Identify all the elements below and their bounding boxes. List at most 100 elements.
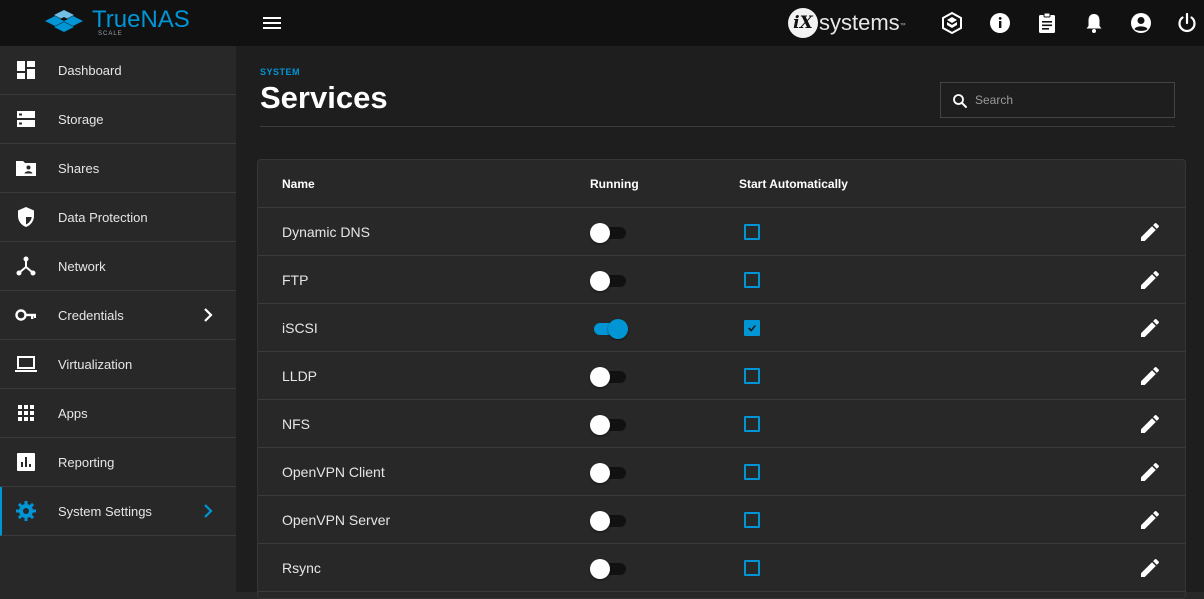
start-automatically-checkbox[interactable] bbox=[744, 224, 760, 240]
shares-folder-icon bbox=[16, 161, 36, 176]
sidebar-item-label: Dashboard bbox=[58, 63, 122, 78]
info-icon[interactable] bbox=[988, 11, 1012, 35]
edit-service-button[interactable] bbox=[1138, 316, 1162, 340]
sidebar-item-system-settings[interactable]: System Settings bbox=[0, 487, 236, 536]
brand-name: TrueNAS bbox=[92, 6, 190, 33]
sidebar-item-apps[interactable]: Apps bbox=[0, 389, 236, 438]
edit-service-button[interactable] bbox=[1138, 556, 1162, 580]
pencil-edit-icon bbox=[1141, 367, 1159, 385]
sidebar-item-label: Shares bbox=[58, 161, 100, 176]
main-content: SYSTEM Services Name Running Start Autom… bbox=[236, 46, 1204, 599]
toggle-thumb bbox=[590, 271, 610, 291]
edit-service-button[interactable] bbox=[1138, 412, 1162, 436]
start-automatically-checkbox[interactable] bbox=[744, 272, 760, 288]
ixsystems-logo[interactable]: iX systems ™ bbox=[788, 8, 906, 38]
sidebar-item-network[interactable]: Network bbox=[0, 242, 236, 291]
start-automatically-checkbox[interactable] bbox=[744, 320, 760, 336]
pencil-edit-icon bbox=[1141, 415, 1159, 433]
breadcrumb[interactable]: SYSTEM bbox=[260, 67, 300, 77]
chevron-right-icon bbox=[204, 308, 213, 322]
sidebar-item-label: Network bbox=[58, 259, 106, 274]
running-toggle[interactable] bbox=[590, 271, 628, 291]
start-automatically-checkbox[interactable] bbox=[744, 416, 760, 432]
toggle-thumb bbox=[590, 223, 610, 243]
laptop-icon bbox=[15, 356, 37, 372]
network-icon bbox=[16, 256, 36, 276]
sidebar-item-data-protection[interactable]: Data Protection bbox=[0, 193, 236, 242]
table-row: LLDP bbox=[258, 352, 1185, 400]
pencil-edit-icon bbox=[1141, 511, 1159, 529]
column-header-running[interactable]: Running bbox=[590, 177, 639, 191]
service-name: OpenVPN Server bbox=[282, 512, 391, 528]
edit-service-button[interactable] bbox=[1138, 268, 1162, 292]
search-field[interactable] bbox=[940, 82, 1175, 118]
ix-wordmark: systems bbox=[819, 10, 900, 35]
running-toggle[interactable] bbox=[590, 559, 628, 579]
running-toggle[interactable] bbox=[590, 319, 628, 339]
power-icon[interactable] bbox=[1175, 11, 1199, 35]
brand-logo[interactable]: TrueNAS SCALE bbox=[0, 0, 236, 46]
sidebar-item-reporting[interactable]: Reporting bbox=[0, 438, 236, 487]
bar-chart-icon bbox=[17, 453, 35, 471]
gear-icon bbox=[16, 501, 36, 521]
header-divider bbox=[260, 126, 1175, 127]
sidebar-item-label: Data Protection bbox=[58, 210, 148, 225]
toggle-thumb bbox=[608, 319, 628, 339]
pencil-edit-icon bbox=[1141, 319, 1159, 337]
chevron-right-icon bbox=[204, 504, 213, 518]
start-automatically-checkbox[interactable] bbox=[744, 368, 760, 384]
pencil-edit-icon bbox=[1141, 463, 1159, 481]
table-row: iSCSI bbox=[258, 304, 1185, 352]
start-automatically-checkbox[interactable] bbox=[744, 464, 760, 480]
edit-service-button[interactable] bbox=[1138, 460, 1162, 484]
running-toggle[interactable] bbox=[590, 463, 628, 483]
table-row: OpenVPN Server bbox=[258, 496, 1185, 544]
running-toggle[interactable] bbox=[590, 511, 628, 531]
pencil-edit-icon bbox=[1141, 559, 1159, 577]
sidebar-item-dashboard[interactable]: Dashboard bbox=[0, 46, 236, 95]
toggle-thumb bbox=[590, 415, 610, 435]
services-table-card: Name Running Start Automatically Dynamic… bbox=[257, 159, 1186, 599]
sidebar-item-label: Reporting bbox=[58, 455, 115, 470]
service-name: Rsync bbox=[282, 560, 321, 576]
truecommand-icon[interactable] bbox=[940, 11, 964, 35]
running-toggle[interactable] bbox=[590, 223, 628, 243]
sidebar-item-label: Credentials bbox=[58, 308, 124, 323]
table-row: Rsync bbox=[258, 544, 1185, 592]
sidebar-item-virtualization[interactable]: Virtualization bbox=[0, 340, 236, 389]
search-icon bbox=[953, 94, 967, 108]
sidebar-item-shares[interactable]: Shares bbox=[0, 144, 236, 193]
column-header-start-automatically[interactable]: Start Automatically bbox=[739, 177, 848, 191]
brand-edition: SCALE bbox=[98, 31, 123, 37]
account-circle-icon[interactable] bbox=[1129, 11, 1153, 35]
start-automatically-checkbox[interactable] bbox=[744, 512, 760, 528]
service-name: iSCSI bbox=[282, 320, 318, 336]
pencil-edit-icon bbox=[1141, 223, 1159, 241]
table-row: OpenVPN Client bbox=[258, 448, 1185, 496]
table-row: FTP bbox=[258, 256, 1185, 304]
shield-icon bbox=[18, 207, 34, 227]
service-name: LLDP bbox=[282, 368, 318, 384]
running-toggle[interactable] bbox=[590, 415, 628, 435]
edit-service-button[interactable] bbox=[1138, 508, 1162, 532]
start-automatically-checkbox[interactable] bbox=[744, 560, 760, 576]
search-input[interactable] bbox=[975, 83, 1171, 117]
service-name: FTP bbox=[282, 272, 309, 288]
clipboard-tasks-icon[interactable] bbox=[1035, 11, 1059, 35]
edit-service-button[interactable] bbox=[1138, 220, 1162, 244]
apps-grid-icon bbox=[18, 405, 34, 421]
sidebar-item-label: System Settings bbox=[58, 504, 152, 519]
ix-badge: iX bbox=[788, 8, 818, 38]
hamburger-menu-icon[interactable] bbox=[260, 11, 284, 35]
column-header-name[interactable]: Name bbox=[282, 177, 315, 191]
dashboard-icon bbox=[17, 61, 35, 79]
sidebar-item-label: Apps bbox=[58, 406, 88, 421]
running-toggle[interactable] bbox=[590, 367, 628, 387]
sidebar-item-storage[interactable]: Storage bbox=[0, 95, 236, 144]
key-icon bbox=[15, 309, 36, 321]
sidebar-item-credentials[interactable]: Credentials bbox=[0, 291, 236, 340]
bell-notifications-icon[interactable] bbox=[1082, 11, 1106, 35]
pencil-edit-icon bbox=[1141, 271, 1159, 289]
service-name: NFS bbox=[282, 416, 310, 432]
edit-service-button[interactable] bbox=[1138, 364, 1162, 388]
